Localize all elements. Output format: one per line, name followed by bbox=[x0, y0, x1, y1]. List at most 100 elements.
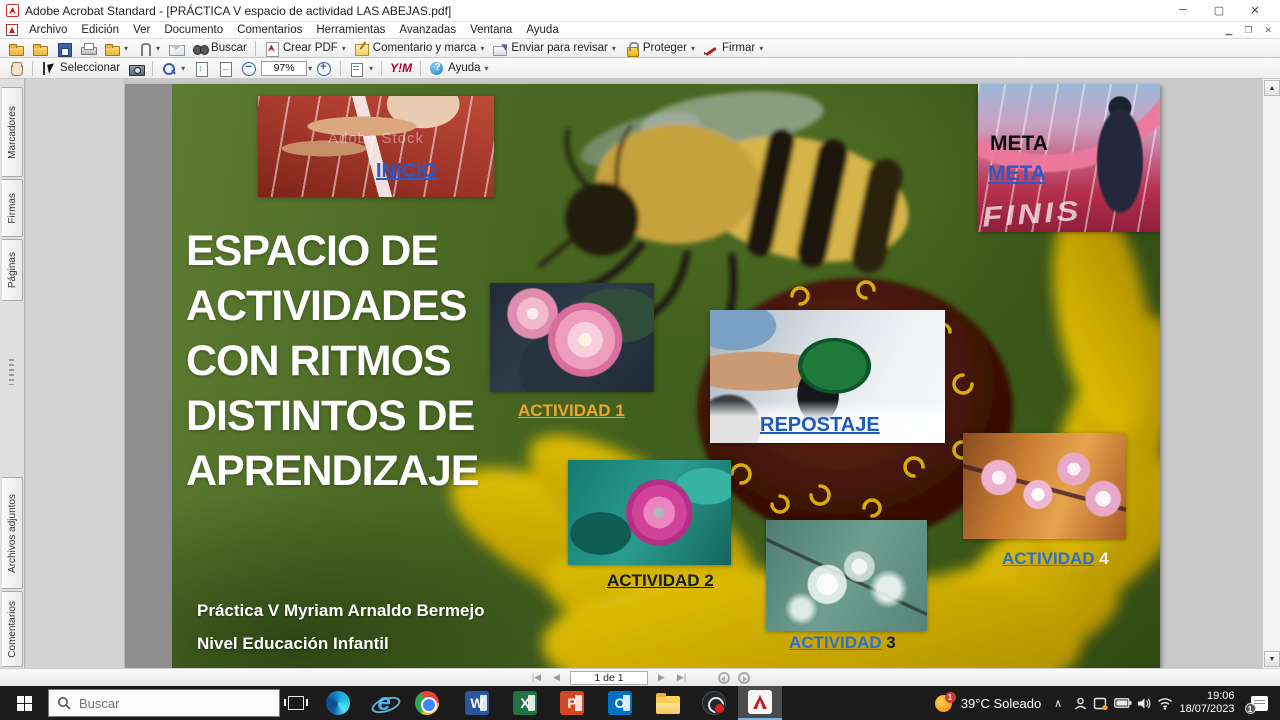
taskbar-internet-explorer[interactable]: e bbox=[362, 686, 406, 720]
save-button[interactable] bbox=[52, 40, 76, 57]
doc-restore-button[interactable]: ❐ bbox=[1244, 25, 1252, 36]
actividad2-link[interactable]: ACTIVIDAD 2 bbox=[607, 571, 714, 591]
fit-page-button[interactable] bbox=[189, 60, 213, 77]
previous-page-button[interactable]: ◀ bbox=[551, 672, 562, 683]
menu-ayuda[interactable]: Ayuda bbox=[519, 24, 565, 36]
taskbar-obs[interactable] bbox=[692, 686, 736, 720]
network-tray-button[interactable] bbox=[1154, 686, 1176, 720]
email-button[interactable] bbox=[164, 40, 188, 57]
search-button[interactable]: Buscar bbox=[188, 40, 251, 57]
tab-archivos-adjuntos[interactable]: Archivos adjuntos bbox=[2, 477, 23, 589]
next-page-button[interactable]: ▶ bbox=[656, 672, 667, 683]
battery-tray-button[interactable] bbox=[1112, 686, 1134, 720]
tab-comentarios[interactable]: Comentarios bbox=[2, 591, 23, 667]
menu-avanzadas[interactable]: Avanzadas bbox=[392, 24, 463, 36]
last-page-button[interactable]: ▶| bbox=[675, 672, 688, 683]
actividad2-image[interactable] bbox=[568, 460, 731, 565]
panel-splitter-grip[interactable] bbox=[9, 359, 14, 385]
comment-markup-button[interactable]: Comentario y marca ▾ bbox=[350, 40, 489, 57]
task-view-button[interactable] bbox=[276, 686, 316, 720]
slide-background: Adobe Stock INICIO FINIS META META ESPAC… bbox=[172, 84, 1160, 668]
sign-button[interactable]: Firmar ▾ bbox=[699, 40, 767, 57]
help-button[interactable]: Ayuda▾ bbox=[425, 60, 492, 77]
close-button[interactable]: ✕ bbox=[1246, 4, 1264, 17]
taskbar-excel[interactable]: X bbox=[503, 686, 547, 720]
combine-files-button[interactable]: ▾ bbox=[100, 40, 132, 57]
zoom-in-button[interactable] bbox=[312, 60, 336, 77]
organizer-button[interactable] bbox=[28, 40, 52, 57]
taskbar-chrome[interactable] bbox=[405, 686, 449, 720]
zoom-out-button[interactable] bbox=[237, 60, 261, 77]
fit-width-button[interactable] bbox=[213, 60, 237, 77]
menu-ver[interactable]: Ver bbox=[126, 24, 157, 36]
acrobat-app-icon bbox=[6, 4, 19, 17]
actividad1-link[interactable]: ACTIVIDAD 1 bbox=[518, 401, 625, 421]
document-icon[interactable] bbox=[6, 24, 18, 36]
doc-minimize-button[interactable]: ▁ bbox=[1225, 25, 1232, 36]
page-display-button[interactable]: ▾ bbox=[345, 60, 377, 77]
print-button[interactable] bbox=[76, 40, 100, 57]
tab-firmas[interactable]: Firmas bbox=[2, 179, 23, 237]
taskbar-file-explorer[interactable] bbox=[646, 686, 690, 720]
repostaje-image[interactable]: REPOSTAJE bbox=[710, 310, 945, 443]
repostaje-link[interactable]: REPOSTAJE bbox=[760, 414, 880, 437]
send-for-review-button[interactable]: Enviar para revisar ▾ bbox=[488, 40, 620, 57]
next-view-button[interactable] bbox=[738, 671, 751, 684]
clock-tray-button[interactable]: 19:06 18/07/2023 bbox=[1176, 686, 1238, 720]
taskbar-acrobat-active[interactable] bbox=[738, 686, 782, 720]
create-pdf-button[interactable]: Crear PDF ▾ bbox=[260, 40, 350, 57]
volume-tray-button[interactable] bbox=[1134, 686, 1154, 720]
zoom-level-input[interactable] bbox=[261, 60, 308, 76]
actividad4-image[interactable] bbox=[963, 433, 1126, 539]
teams-tray-button[interactable] bbox=[1090, 686, 1110, 720]
minimize-button[interactable]: ─ bbox=[1174, 4, 1192, 17]
fit-page-icon bbox=[193, 61, 209, 77]
yahoo-messenger-button[interactable]: Y!M bbox=[386, 60, 416, 76]
actividad3-link[interactable]: ACTIVIDAD 3 bbox=[789, 633, 896, 653]
weather-icon-button[interactable]: 1 bbox=[928, 686, 958, 720]
menu-edicion[interactable]: Edición bbox=[74, 24, 126, 36]
menu-herramientas[interactable]: Herramientas bbox=[309, 24, 392, 36]
menu-ventana[interactable]: Ventana bbox=[463, 24, 519, 36]
first-page-button[interactable]: |◀ bbox=[530, 672, 543, 683]
menu-documento[interactable]: Documento bbox=[157, 24, 230, 36]
taskbar-search[interactable] bbox=[48, 689, 280, 717]
taskbar-outlook[interactable]: O bbox=[598, 686, 642, 720]
select-tool-button[interactable]: Seleccionar bbox=[37, 60, 124, 77]
previous-view-button[interactable] bbox=[718, 671, 731, 684]
marquee-zoom-button[interactable]: ▾ bbox=[157, 60, 189, 77]
tab-marcadores[interactable]: Marcadores bbox=[2, 87, 23, 177]
hand-tool-button[interactable] bbox=[4, 60, 28, 77]
attach-button[interactable]: ▾ bbox=[132, 40, 164, 57]
page-indicator-input[interactable]: 1 de 1 bbox=[570, 670, 648, 685]
weather-text[interactable]: 39°C Soleado bbox=[958, 686, 1044, 720]
actividad1-image[interactable] bbox=[490, 283, 654, 392]
taskbar-powerpoint[interactable]: P bbox=[550, 686, 594, 720]
scroll-down-button[interactable]: ▼ bbox=[1264, 651, 1280, 667]
taskbar-edge[interactable] bbox=[316, 686, 360, 720]
scroll-up-button[interactable]: ▲ bbox=[1264, 80, 1280, 96]
doc-close-button[interactable]: ✕ bbox=[1264, 25, 1272, 36]
start-button[interactable] bbox=[0, 686, 48, 720]
vertical-scrollbar[interactable]: ▲ ▼ bbox=[1262, 79, 1280, 668]
taskbar-word[interactable]: W bbox=[455, 686, 499, 720]
meta-link[interactable]: META bbox=[988, 162, 1046, 186]
tray-overflow-button[interactable]: ∧ bbox=[1048, 686, 1068, 720]
search-input[interactable] bbox=[79, 695, 239, 711]
open-button[interactable] bbox=[4, 40, 28, 57]
menu-archivo[interactable]: Archivo bbox=[22, 24, 74, 36]
meta-image[interactable]: FINIS META META bbox=[978, 84, 1160, 232]
tab-paginas[interactable]: Páginas bbox=[2, 239, 23, 301]
meet-now-button[interactable] bbox=[1070, 686, 1090, 720]
protect-button[interactable]: Proteger ▾ bbox=[620, 40, 699, 57]
action-center-button[interactable]: 1 bbox=[1244, 686, 1274, 720]
inicio-link[interactable]: INICIO bbox=[376, 160, 437, 183]
actividad3-image[interactable] bbox=[766, 520, 927, 631]
actividad4-link[interactable]: ACTIVIDAD 4 bbox=[1002, 549, 1109, 569]
sun-icon: 1 bbox=[934, 691, 956, 712]
maximize-button[interactable]: ▢ bbox=[1210, 4, 1228, 17]
navigation-panel bbox=[26, 79, 125, 668]
menu-comentarios[interactable]: Comentarios bbox=[230, 24, 309, 36]
inicio-image[interactable]: Adobe Stock INICIO bbox=[258, 96, 494, 197]
snapshot-button[interactable] bbox=[124, 60, 148, 77]
